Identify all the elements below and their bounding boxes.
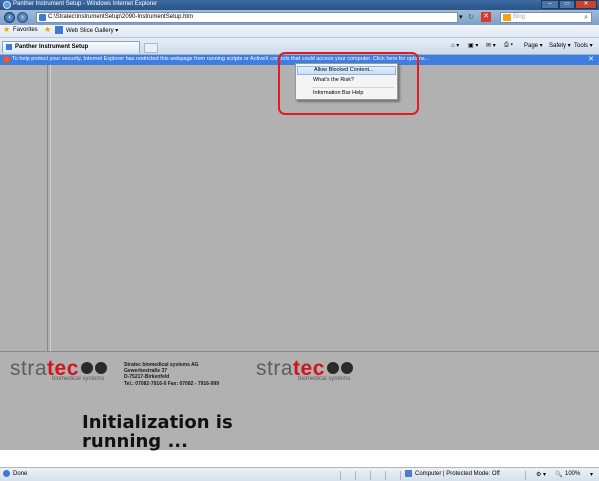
zoom-level[interactable]: 100% <box>565 471 580 477</box>
dropdown-icon[interactable]: ▾ <box>459 13 463 21</box>
logo-left-subtitle: biomedical systems <box>52 376 105 382</box>
tools-menu[interactable]: Tools ▾ <box>574 42 593 49</box>
page-content <box>0 65 599 450</box>
search-input[interactable]: Bing ⌕ <box>500 12 592 23</box>
feeds-icon[interactable]: ▣ ▾ <box>468 42 478 49</box>
maximize-button[interactable]: ▭ <box>559 0 575 9</box>
company-address: Stratec biomedical systems AG Gewerbestr… <box>124 362 219 387</box>
done-icon <box>3 470 10 477</box>
back-button[interactable]: ‹ <box>4 12 15 23</box>
status-bar: Done Computer | Protected Mode: Off ⚙ ▾ … <box>0 467 599 481</box>
close-button[interactable]: ✕ <box>575 0 597 9</box>
web-slice-gallery-link[interactable]: Web Slice Gallery ▾ <box>66 27 118 34</box>
shield-icon <box>3 56 10 63</box>
web-slice-icon <box>55 26 63 34</box>
magnifier-icon[interactable]: ⌕ <box>584 13 588 22</box>
tab-panther-instrument-setup[interactable]: Panther Instrument Setup <box>2 41 140 53</box>
frame-divider-highlight <box>50 65 51 351</box>
close-info-bar-icon[interactable]: ✕ <box>588 55 594 63</box>
refresh-icon[interactable]: ↻ <box>468 13 474 21</box>
status-divider <box>340 471 341 480</box>
page-menu[interactable]: Page ▾ <box>524 42 543 49</box>
favorites-button[interactable]: Favorites <box>13 27 38 33</box>
forward-button[interactable]: › <box>17 12 28 23</box>
favorites-star-icon: ★ <box>3 25 11 34</box>
add-favorite-icon[interactable]: ★ <box>44 25 51 34</box>
new-tab-button[interactable] <box>144 43 158 53</box>
page-icon <box>39 14 46 21</box>
home-icon[interactable]: ⌂ ▾ <box>451 42 459 49</box>
safety-menu[interactable]: Safety ▾ <box>549 42 571 49</box>
favorites-bar: ★ Favorites ★ Web Slice Gallery ▾ <box>0 25 599 38</box>
frame-divider-horizontal[interactable] <box>0 351 599 352</box>
address-field[interactable]: C:\Stratec\InstrumentSetup\2090-Instrume… <box>36 12 458 23</box>
frame-divider[interactable] <box>47 65 48 351</box>
status-text: Done <box>13 471 28 477</box>
print-icon[interactable]: ⎙ ▾ <box>504 42 513 49</box>
status-divider <box>370 471 371 480</box>
logo-right-subtitle: biomedical systems <box>298 376 351 382</box>
status-divider <box>385 471 386 480</box>
mail-icon[interactable]: ✉ ▾ <box>486 42 496 49</box>
tab-page-icon <box>6 44 12 50</box>
address-toolbar: ‹ › C:\Stratec\InstrumentSetup\2090-Inst… <box>0 10 599 25</box>
minimize-button[interactable]: – <box>541 0 559 9</box>
window-title-bar: Panther Instrument Setup - Windows Inter… <box>0 0 599 10</box>
address-text: C:\Stratec\InstrumentSetup\2090-Instrume… <box>48 14 194 20</box>
window-title: Panther Instrument Setup - Windows Inter… <box>13 1 158 7</box>
search-placeholder: Bing <box>513 14 526 20</box>
tab-label: Panther Instrument Setup <box>15 44 89 50</box>
computer-icon <box>405 470 412 477</box>
stop-icon[interactable]: ✕ <box>481 12 491 22</box>
status-divider <box>355 471 356 480</box>
zoom-icon[interactable]: 🔍 <box>555 471 562 478</box>
status-divider <box>525 471 526 480</box>
red-highlight-annotation <box>278 52 419 115</box>
ie-icon <box>3 1 11 9</box>
protected-mode-icon[interactable]: ⚙ ▾ <box>536 471 546 478</box>
zoom-dropdown-icon[interactable]: ▾ <box>590 471 593 478</box>
security-zone[interactable]: Computer | Protected Mode: Off <box>415 471 500 477</box>
status-divider <box>400 471 401 480</box>
bing-icon <box>503 14 511 21</box>
initialization-message: Initialization is running ... <box>82 412 233 452</box>
